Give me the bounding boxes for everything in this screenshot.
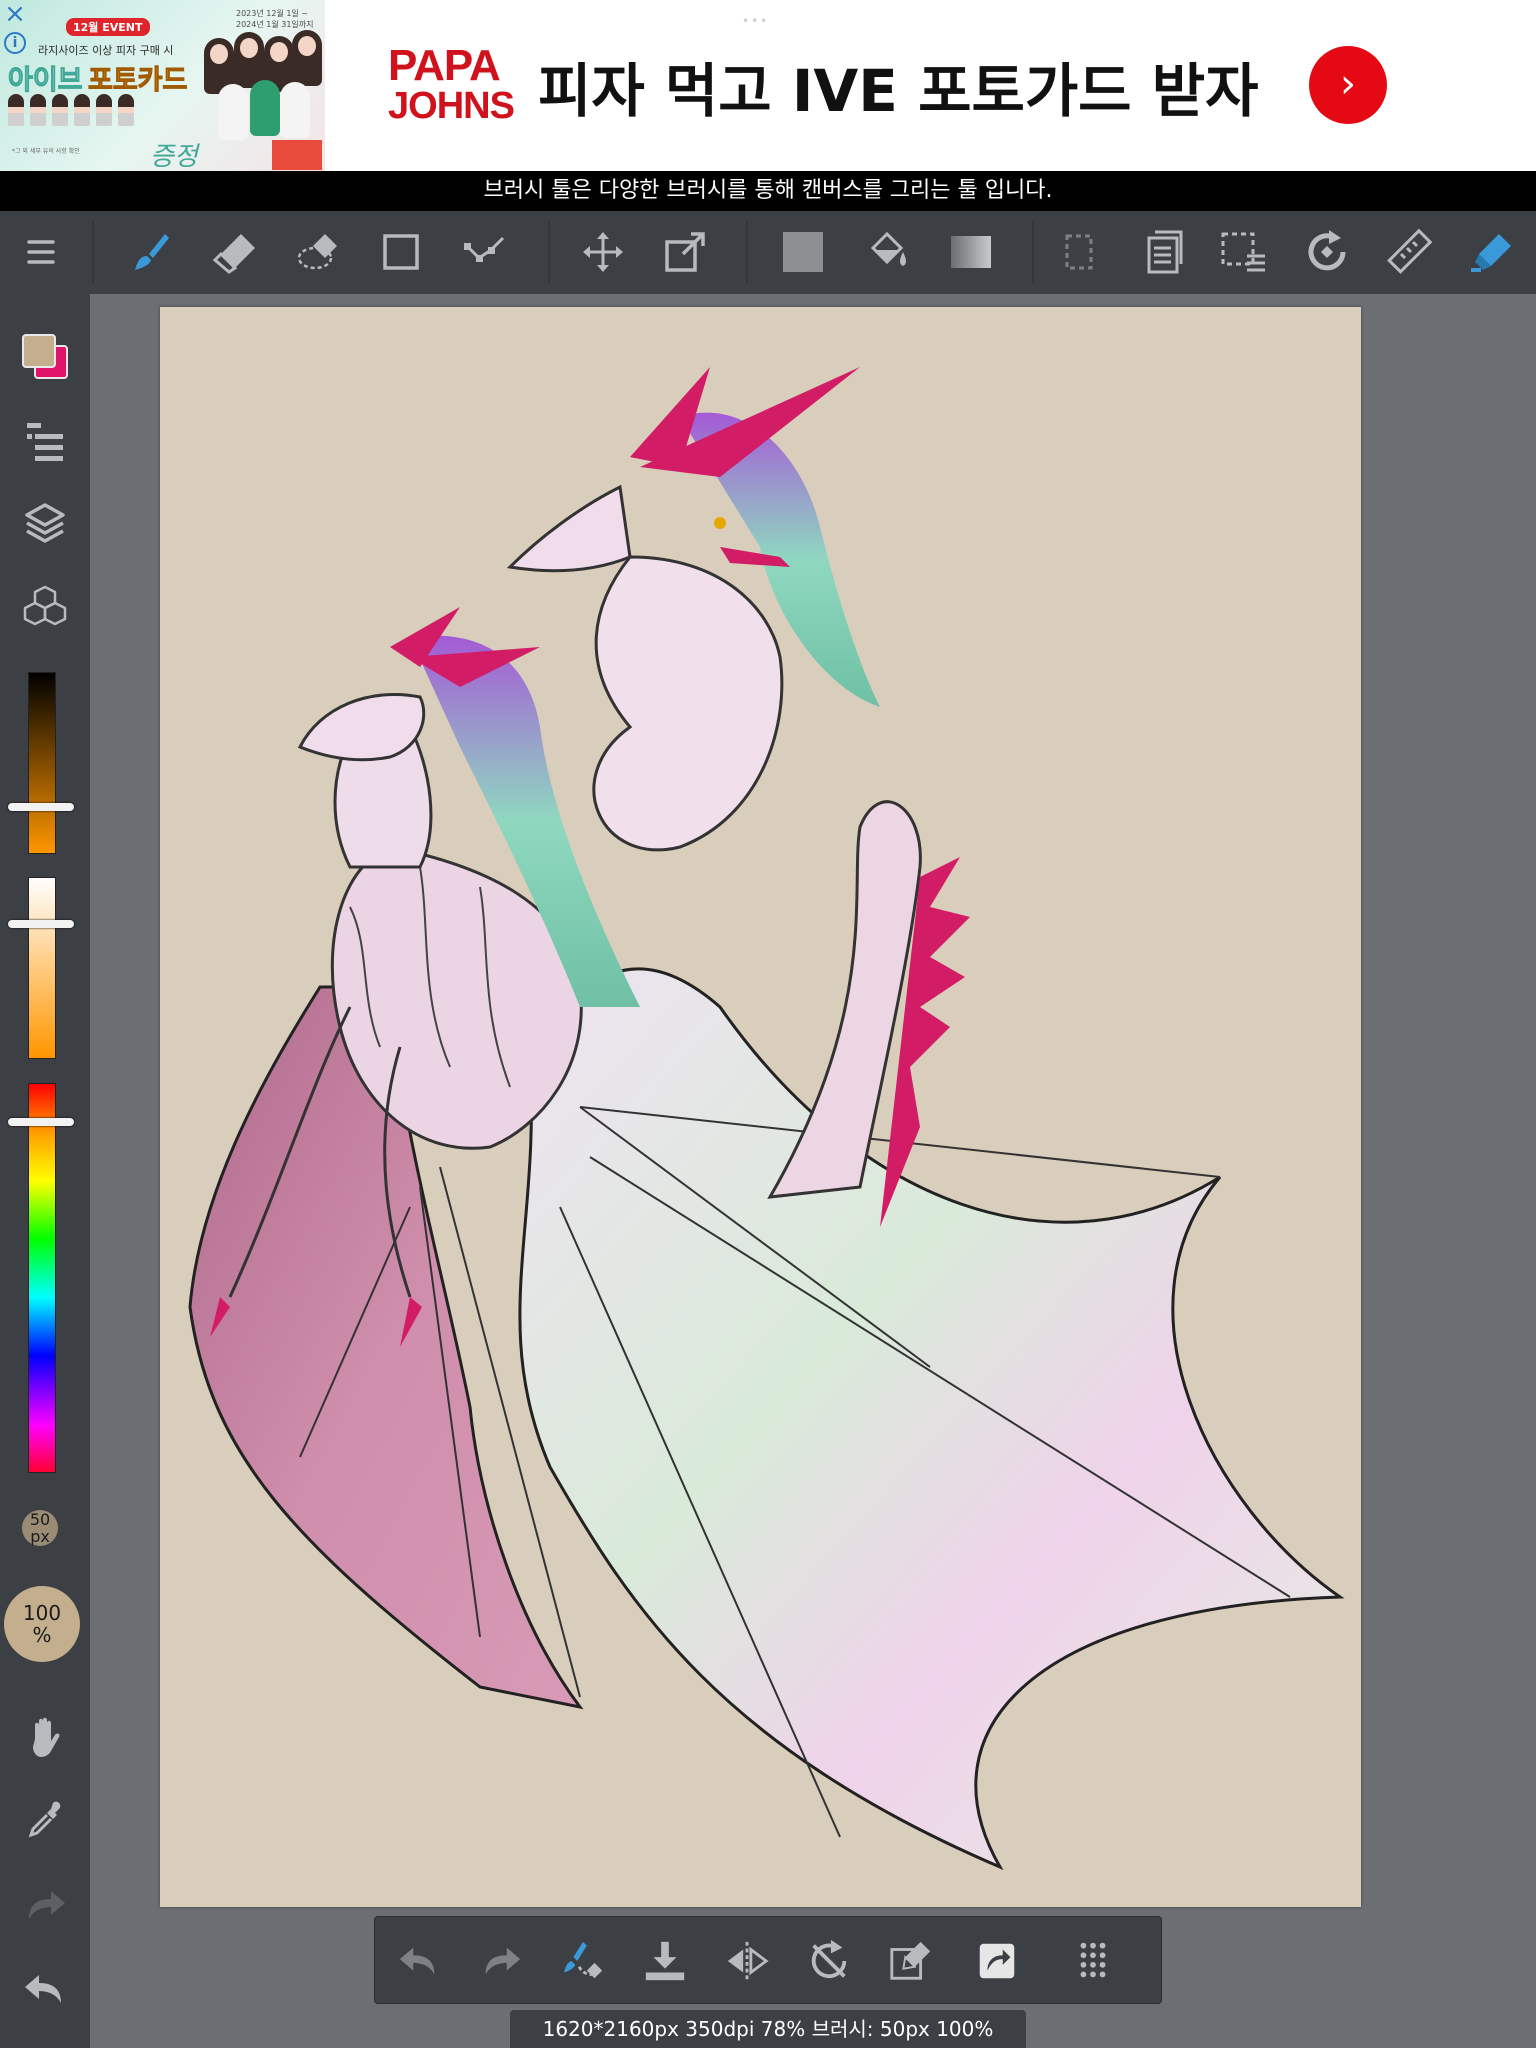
ad-date-range: 2023년 12월 1일 ~ 2024년 1월 31일까지 (236, 9, 314, 29)
bottom-toolbar (374, 1916, 1162, 2004)
copy-layer-icon[interactable] (1130, 221, 1192, 283)
value-slider[interactable] (28, 672, 56, 854)
gradient-icon[interactable] (940, 221, 1002, 283)
more-dots-icon: ••• (742, 14, 770, 28)
brush-icon[interactable] (120, 221, 182, 283)
save-icon[interactable] (633, 1929, 697, 1993)
rotate-icon[interactable] (1296, 221, 1358, 283)
redo-icon[interactable] (14, 1874, 76, 1936)
vector-icon[interactable] (454, 221, 516, 283)
ad-headline[interactable]: 피자 먹고 IVE 포토가드 받자 (538, 44, 1258, 128)
app-root: × i 12월 EVENT 2023년 12월 1일 ~ 2024년 1월 31… (0, 0, 1536, 2048)
logo-line1: PAPA (388, 41, 501, 90)
top-toolbar (0, 211, 1536, 294)
undo-icon[interactable] (387, 1929, 451, 1993)
dragon-artwork (188, 367, 1345, 1871)
menu-icon[interactable] (10, 221, 72, 283)
rotate-reset-icon[interactable] (797, 1929, 861, 1993)
brush-size-label: 50 px (29, 1510, 51, 1546)
ad-close-icon[interactable]: × (2, 1, 28, 28)
papa-johns-logo: PAPA JOHNS (388, 41, 515, 127)
ad-arrow-icon[interactable]: › (1309, 46, 1387, 124)
ad-card-text: 포토카드 (87, 65, 188, 97)
ad-promo-text: 라지사이즈 이상 피자 구매 시 (38, 44, 174, 57)
layers-icon[interactable] (14, 492, 76, 554)
tool-hint-bar: 브러시 툴은 다양한 브러시를 통해 캔버스를 그리는 툴 입니다. (0, 171, 1536, 211)
brush-list-icon[interactable] (14, 408, 76, 470)
opacity-indicator[interactable]: 100 % (4, 1586, 80, 1662)
ad-fine-print: *그 외 세부 유의 사항 확인 (12, 148, 80, 155)
flip-icon[interactable] (715, 1929, 779, 1993)
materials-icon[interactable] (14, 576, 76, 638)
status-bar: 1620*2160px 350dpi 78% 브러시: 50px 100% (510, 2010, 1026, 2048)
marker-icon[interactable] (1462, 221, 1524, 283)
ad-photocards (8, 94, 198, 128)
lasso-eraser-icon[interactable] (288, 221, 350, 283)
eyedropper-icon[interactable] (14, 1790, 76, 1852)
opacity-label: 100 % (22, 1601, 62, 1647)
brush-settings-icon[interactable] (551, 1929, 615, 1993)
value-slider-thumb[interactable] (8, 802, 74, 811)
redo-icon[interactable] (469, 1929, 533, 1993)
select-menu-icon[interactable] (1212, 221, 1274, 283)
drawing-canvas[interactable] (160, 307, 1361, 1907)
ruler-icon[interactable] (1378, 221, 1440, 283)
saturation-slider[interactable] (28, 877, 56, 1059)
gift-box-icon (272, 140, 322, 170)
ad-banner[interactable]: × i 12월 EVENT 2023년 12월 1일 ~ 2024년 1월 31… (0, 0, 1536, 171)
ad-info-icon[interactable]: i (4, 32, 26, 54)
fill-color-icon[interactable] (772, 221, 834, 283)
bucket-icon[interactable] (856, 221, 918, 283)
shape-icon[interactable] (370, 221, 432, 283)
select-icon[interactable] (1048, 221, 1110, 283)
move-icon[interactable] (572, 221, 634, 283)
grid-icon[interactable] (1061, 1929, 1125, 1993)
edit-icon[interactable] (879, 1929, 943, 1993)
undo-icon[interactable] (14, 1958, 76, 2020)
ad-event-badge: 12월 EVENT (66, 18, 150, 36)
share-icon[interactable] (965, 1929, 1029, 1993)
saturation-slider-thumb[interactable] (8, 920, 74, 929)
brush-size-indicator[interactable]: 50 px (22, 1510, 58, 1546)
eraser-icon[interactable] (204, 221, 266, 283)
ad-idol-text: 아이브 (8, 65, 84, 97)
ad-thumbnail[interactable]: × i 12월 EVENT 2023년 12월 1일 ~ 2024년 1월 31… (0, 0, 325, 171)
foreground-color-swatch[interactable] (22, 334, 56, 368)
ad-gift-text: 증정 (150, 142, 198, 171)
ad-group-photo (200, 28, 322, 148)
transform-icon[interactable] (654, 221, 716, 283)
hue-slider[interactable] (28, 1083, 56, 1473)
hue-slider-thumb[interactable] (8, 1118, 74, 1126)
logo-line2: JOHNS (388, 85, 515, 127)
hand-icon[interactable] (14, 1706, 76, 1768)
